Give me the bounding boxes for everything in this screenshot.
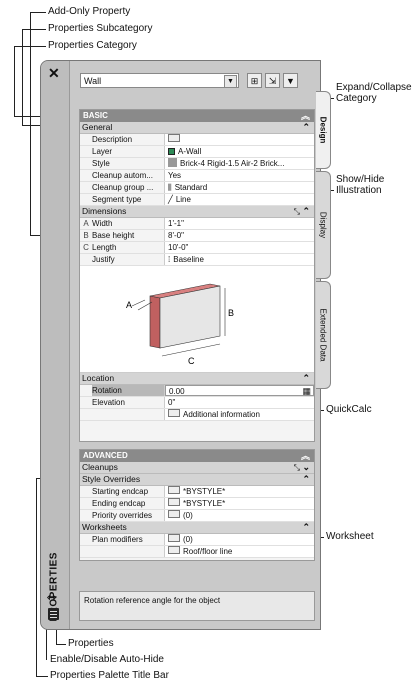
dimensions-category[interactable]: Dimensions ⤡ ⌃ bbox=[80, 206, 314, 218]
property-row[interactable]: Layer A-Wall bbox=[80, 146, 314, 158]
dim-label-b: B bbox=[228, 308, 234, 318]
property-row-selected[interactable]: Rotation 0.00 ▦ bbox=[80, 385, 314, 397]
tab-design[interactable]: Design bbox=[316, 91, 331, 169]
chevron-up-icon[interactable]: ⌃ bbox=[302, 522, 310, 533]
properties-palette: ✕ PROPERTIES ⇿ Wall ▼ ⊞ ⇲ ▼ BASIC ︽ Gener… bbox=[40, 60, 331, 630]
dim-label-c: C bbox=[188, 356, 195, 366]
wall-illustration-graphic: A B C bbox=[126, 283, 234, 366]
tab-display[interactable]: Display bbox=[316, 171, 331, 279]
callout-expand-collapse: Expand/Collapse Category bbox=[336, 82, 412, 104]
close-icon[interactable]: ✕ bbox=[48, 65, 60, 82]
show-hide-illustration-icon[interactable]: ⤡ bbox=[294, 206, 300, 217]
chevron-up-icon[interactable]: ⌃ bbox=[302, 474, 310, 485]
leader-line bbox=[30, 12, 46, 13]
property-row[interactable]: B Base height 8'-0" bbox=[80, 230, 314, 242]
show-hide-illustration-icon[interactable]: ⤡ bbox=[294, 462, 300, 473]
leader-line bbox=[36, 676, 48, 677]
palette-title-bar[interactable]: ✕ PROPERTIES ⇿ bbox=[41, 61, 70, 629]
property-row[interactable]: Segment type ╱ Line bbox=[80, 194, 314, 206]
line-icon: ╱ bbox=[168, 195, 173, 204]
worksheet-icon bbox=[168, 534, 180, 542]
callout-auto-hide: Enable/Disable Auto-Hide bbox=[50, 654, 164, 665]
collapse-icon[interactable]: ︽ bbox=[301, 110, 310, 122]
property-row[interactable]: Cleanup autom... Yes bbox=[80, 170, 314, 182]
property-row[interactable]: Roof/floor line bbox=[80, 546, 314, 558]
worksheets-category[interactable]: Worksheets ⌃ bbox=[80, 522, 314, 534]
callout-show-hide-illustration: Show/Hide Illustration bbox=[336, 174, 385, 196]
properties-menu-icon[interactable] bbox=[48, 608, 59, 620]
property-row[interactable]: Starting endcap *BYSTYLE* bbox=[80, 486, 314, 498]
collapse-icon[interactable]: ︽ bbox=[301, 450, 310, 462]
callout-properties: Properties bbox=[68, 638, 114, 649]
property-row[interactable]: Ending endcap *BYSTYLE* bbox=[80, 498, 314, 510]
chevron-up-icon[interactable]: ⌃ bbox=[302, 206, 310, 217]
chevron-up-icon[interactable]: ⌃ bbox=[302, 373, 310, 384]
property-row[interactable]: Cleanup group ... ⫼ Standard bbox=[80, 182, 314, 194]
leader-line bbox=[14, 46, 46, 47]
property-row[interactable]: Priority overrides (0) bbox=[80, 510, 314, 522]
worksheet-icon bbox=[168, 409, 180, 417]
worksheet-icon bbox=[168, 510, 180, 518]
style-overrides-category[interactable]: Style Overrides ⌃ bbox=[80, 474, 314, 486]
leader-line bbox=[14, 46, 15, 116]
pickadd-icon[interactable]: ⇲ bbox=[265, 73, 280, 88]
auto-hide-icon[interactable]: ⇿ bbox=[47, 591, 56, 604]
worksheet-icon bbox=[168, 546, 180, 554]
property-row[interactable]: Elevation 0" bbox=[80, 397, 314, 409]
description-icon bbox=[168, 134, 180, 142]
palette-content: Wall ▼ ⊞ ⇲ ▼ BASIC ︽ General ⌃ Description… bbox=[79, 71, 315, 623]
property-row[interactable]: Justify ⁞ Baseline bbox=[80, 254, 314, 266]
style-swatch bbox=[168, 158, 177, 167]
layer-swatch bbox=[168, 148, 175, 155]
property-row[interactable]: C Length 10'-0" bbox=[80, 242, 314, 254]
justify-icon: ⁞ bbox=[168, 255, 171, 264]
leader-line bbox=[22, 29, 23, 125]
chevron-down-icon[interactable]: ▼ bbox=[224, 75, 237, 88]
basic-panel: BASIC ︽ General ⌃ Description Layer A-Wall … bbox=[79, 109, 315, 442]
basic-header[interactable]: BASIC ︽ bbox=[80, 110, 314, 122]
dim-label-a: A bbox=[126, 300, 132, 310]
property-row[interactable]: Plan modifiers (0) bbox=[80, 534, 314, 546]
chevron-down-icon[interactable]: ⌄ bbox=[302, 462, 310, 473]
endcap-icon bbox=[168, 486, 180, 494]
property-row[interactable]: Description bbox=[80, 134, 314, 146]
leader-line bbox=[56, 644, 66, 645]
callout-properties-category: Properties Category bbox=[48, 40, 137, 51]
cleanup-group-icon: ⫼ bbox=[168, 183, 172, 192]
callout-worksheet: Worksheet bbox=[326, 531, 374, 542]
location-category[interactable]: Location ⌃ bbox=[80, 373, 314, 385]
callout-add-only-property: Add-Only Property bbox=[48, 6, 131, 17]
callout-properties-subcategory: Properties Subcategory bbox=[48, 23, 153, 34]
select-objects-icon[interactable]: ▼ bbox=[283, 73, 298, 88]
quick-select-icon[interactable]: ⊞ bbox=[247, 73, 262, 88]
object-type-select[interactable]: Wall ▼ bbox=[80, 73, 239, 88]
endcap-icon bbox=[168, 498, 180, 506]
leader-line bbox=[22, 29, 46, 30]
general-category[interactable]: General ⌃ bbox=[80, 122, 314, 134]
advanced-header[interactable]: ADVANCED ︽ bbox=[80, 450, 314, 462]
palette-title: PROPERTIES bbox=[48, 552, 60, 622]
chevron-up-icon[interactable]: ⌃ bbox=[302, 122, 310, 133]
description-box: Rotation reference angle for the object bbox=[79, 591, 315, 621]
property-row[interactable]: Style Brick-4 Rigid-1.5 Air-2 Brick... bbox=[80, 158, 314, 170]
tab-extended-data[interactable]: Extended Data bbox=[316, 281, 331, 389]
cleanups-category[interactable]: Cleanups ⤡ ⌄ bbox=[80, 462, 314, 474]
leader-line bbox=[36, 478, 37, 676]
property-row[interactable]: Additional information bbox=[80, 409, 314, 421]
property-row[interactable]: A Width 1'-1" bbox=[80, 218, 314, 230]
wall-illustration: A B C bbox=[80, 266, 314, 373]
quickcalc-icon[interactable]: ▦ bbox=[302, 386, 311, 395]
callout-quickcalc: QuickCalc bbox=[326, 404, 372, 415]
callout-title-bar: Properties Palette Title Bar bbox=[50, 670, 169, 681]
advanced-panel: ADVANCED ︽ Cleanups ⤡ ⌄ Style Overrides ⌃ … bbox=[79, 449, 315, 561]
